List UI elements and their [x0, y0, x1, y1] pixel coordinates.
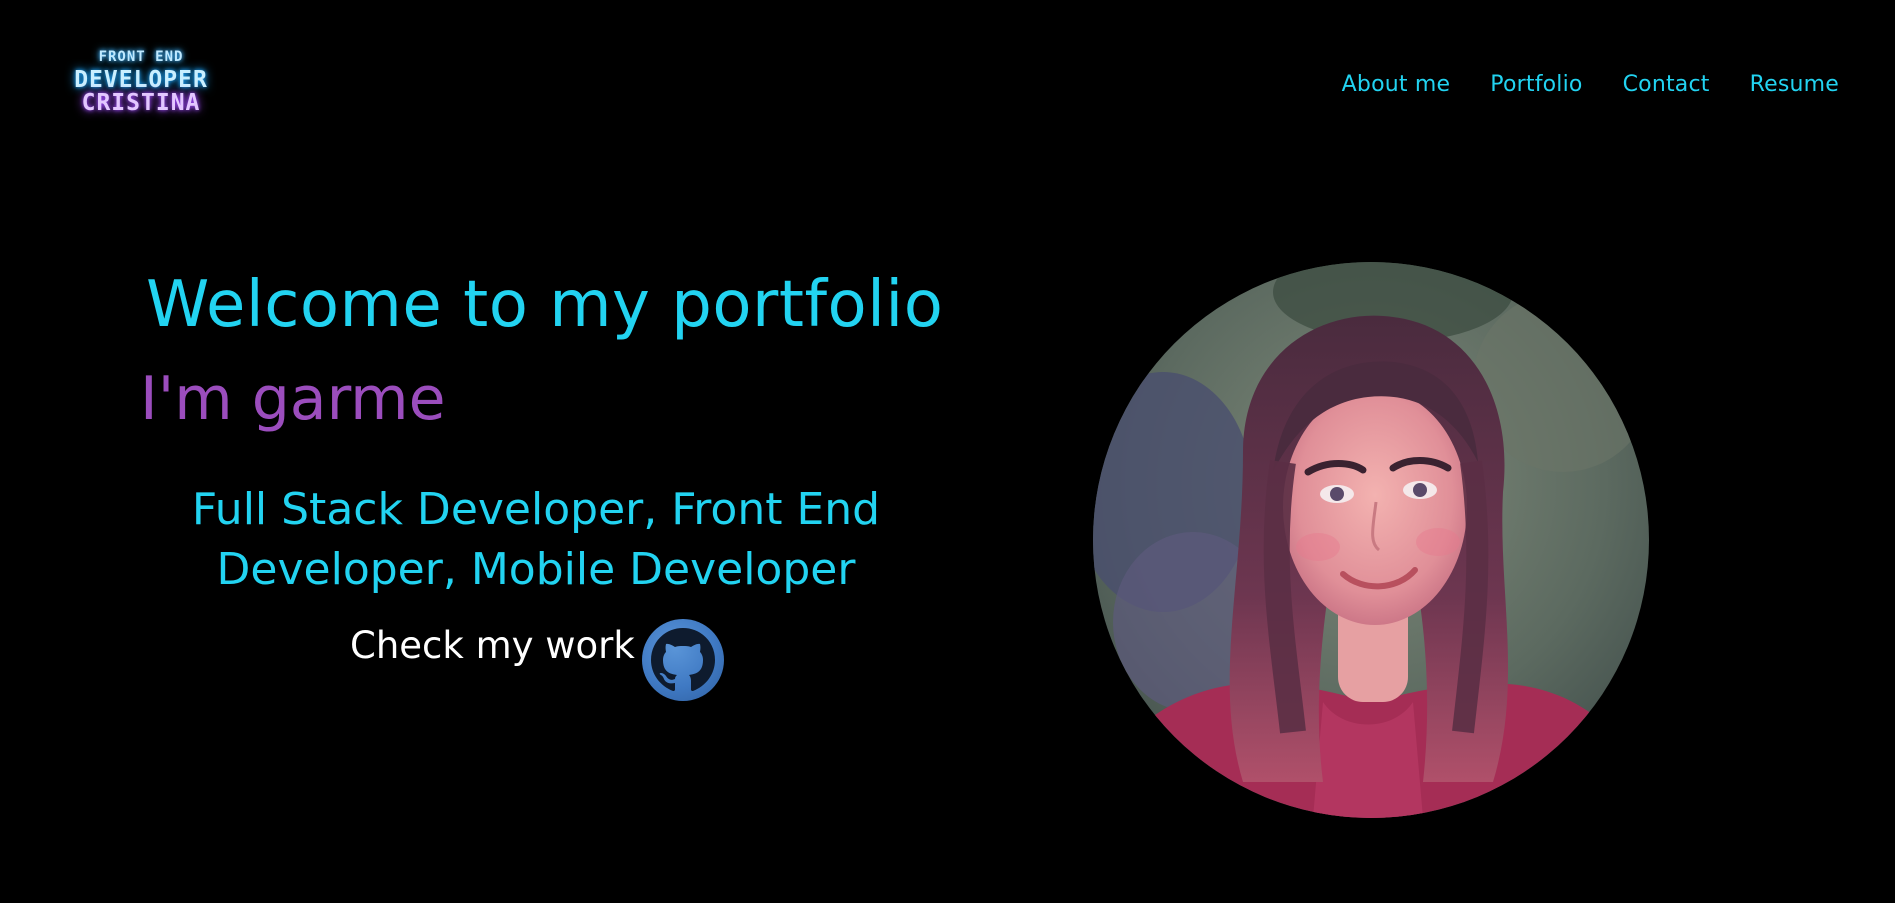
check-my-work-label: Check my work	[350, 624, 635, 667]
nav-link-contact[interactable]: Contact	[1623, 72, 1710, 97]
logo-line-front-end: FRONT END	[98, 49, 184, 65]
welcome-heading: Welcome to my portfolio	[146, 268, 944, 342]
portfolio-page: FRONT END DEVELOPER CRISTINA About me Po…	[0, 0, 1895, 903]
github-button[interactable]	[642, 619, 724, 701]
profile-photo	[1093, 262, 1649, 818]
logo-line-name: CRISTINA	[81, 90, 201, 116]
intro-name: I'm garme	[140, 364, 446, 434]
nav-link-resume[interactable]: Resume	[1750, 72, 1839, 97]
logo-line-developer: DEVELOPER	[74, 67, 208, 93]
site-logo[interactable]: FRONT END DEVELOPER CRISTINA	[46, 50, 236, 115]
roles-text: Full Stack Developer, Front End Develope…	[191, 484, 881, 595]
nav-link-portfolio[interactable]: Portfolio	[1490, 72, 1582, 97]
main-nav: About me Portfolio Contact Resume	[1342, 72, 1839, 97]
nav-link-about-me[interactable]: About me	[1342, 72, 1451, 97]
github-icon	[651, 628, 715, 691]
